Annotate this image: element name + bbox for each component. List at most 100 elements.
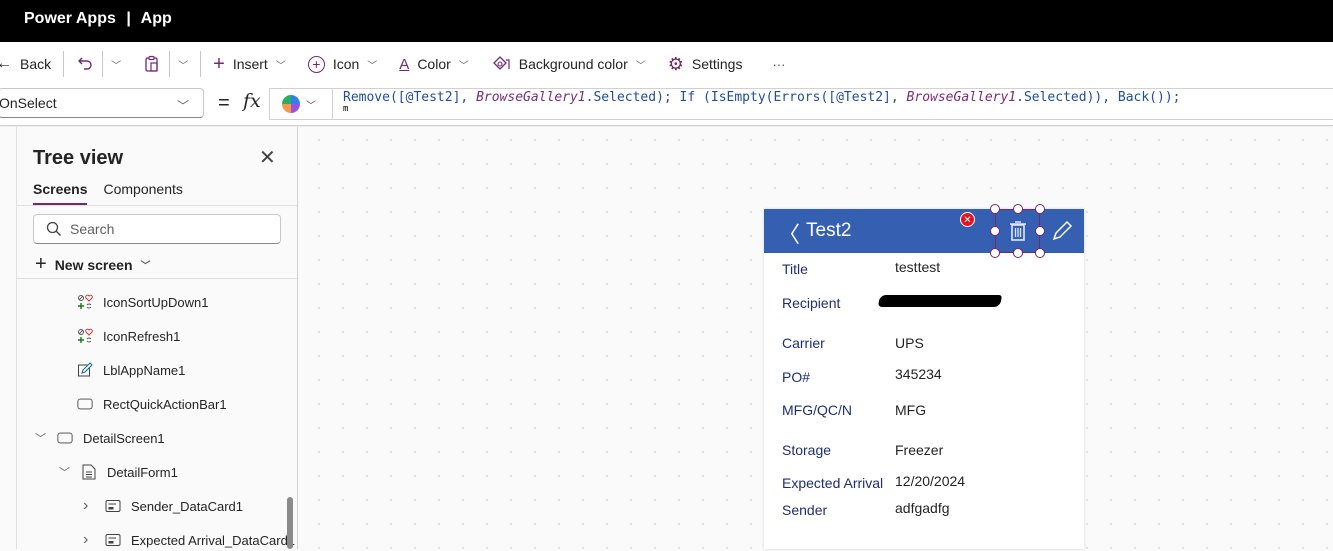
- chevron-down-icon: ﹀: [111, 60, 122, 72]
- insert-button[interactable]: + Insert ﹀: [207, 49, 292, 79]
- edit-pencil-icon[interactable]: [1052, 221, 1072, 241]
- resize-handle[interactable]: [1013, 204, 1023, 214]
- more-icon: ···: [772, 56, 786, 72]
- field-label: Title: [782, 261, 808, 277]
- background-color-button[interactable]: Background color ﹀: [485, 49, 652, 79]
- formula-bar: OnSelect ﹀ = fx ﹀ Remove([@Test2], Brows…: [0, 86, 1333, 126]
- settings-button[interactable]: ⚙ Settings: [662, 49, 749, 79]
- paint-bucket-icon: [492, 56, 510, 70]
- datacard-icon: [105, 532, 121, 548]
- search-placeholder: Search: [70, 221, 115, 237]
- redaction-mark: [877, 295, 1003, 307]
- search-icon: [46, 221, 61, 236]
- title-bar: Power Apps | App: [0, 0, 1333, 42]
- undo-dropdown[interactable]: ﹀: [105, 49, 127, 79]
- add-circle-icon: +: [307, 55, 325, 73]
- chevron-right-icon[interactable]: ›: [83, 497, 95, 515]
- resize-handle[interactable]: [990, 204, 1000, 214]
- selection-outline: [995, 209, 1040, 253]
- chevron-right-icon[interactable]: ›: [83, 531, 95, 549]
- paste-dropdown[interactable]: ﹀: [172, 49, 194, 79]
- gear-icon: ⚙: [667, 53, 684, 74]
- copilot-button[interactable]: ﹀: [269, 88, 332, 120]
- tree-view-panel: Tree view ✕ Screens Components Search + …: [17, 127, 298, 549]
- field-label: Expected Arrival: [782, 475, 884, 491]
- app-name: App: [140, 10, 172, 27]
- chevron-down-icon[interactable]: ﹀: [59, 464, 71, 480]
- toolbar-divider: [102, 51, 104, 77]
- chevron-down-icon: ﹀: [176, 99, 189, 113]
- field-value: 12/20/2024: [895, 473, 966, 489]
- equals-sign: =: [218, 92, 230, 114]
- tab-screens[interactable]: Screens: [33, 181, 88, 206]
- field-label: Recipient: [782, 295, 841, 311]
- paste-button[interactable]: [137, 49, 167, 79]
- tree-view-tabs: Screens Components: [33, 181, 183, 206]
- resize-handle[interactable]: [990, 226, 1000, 236]
- resize-handle[interactable]: [1013, 248, 1023, 258]
- tree-item-label: LblAppName1: [103, 362, 186, 378]
- formula-part: BrowseGallery1: [906, 90, 1017, 105]
- field-label: Carrier: [782, 335, 825, 351]
- back-arrow-icon[interactable]: 〈: [778, 217, 800, 249]
- search-input[interactable]: Search: [33, 214, 281, 244]
- toolbar-divider: [169, 51, 171, 77]
- tree-item-label: RectQuickActionBar1: [103, 396, 227, 412]
- chevron-down-icon: ﹀: [275, 60, 286, 72]
- property-dropdown[interactable]: OnSelect ﹀: [0, 88, 204, 118]
- close-icon[interactable]: ✕: [259, 145, 276, 170]
- background-color-label: Background color: [518, 56, 628, 72]
- field-value: MFG: [895, 402, 927, 418]
- resize-handle[interactable]: [1035, 248, 1045, 258]
- tree-item[interactable]: RectQuickActionBar1: [77, 393, 227, 415]
- back-button[interactable]: ← Back: [0, 49, 57, 79]
- new-screen-button[interactable]: + New screen ﹀: [35, 253, 151, 276]
- icons-control-icon: [77, 294, 93, 310]
- resize-handle[interactable]: [1035, 226, 1045, 236]
- more-options-button[interactable]: ···: [766, 49, 791, 79]
- toolbar-divider: [200, 51, 202, 77]
- tree-item[interactable]: › Sender_DataCard1: [83, 495, 243, 517]
- resize-handle[interactable]: [990, 248, 1000, 258]
- tree-item[interactable]: IconRefresh1: [77, 325, 180, 347]
- back-label: Back: [20, 56, 52, 72]
- settings-label: Settings: [691, 56, 743, 72]
- app-brand: Power Apps: [24, 10, 116, 27]
- form-icon: [81, 464, 97, 480]
- clipboard-icon: [145, 55, 158, 72]
- color-label: Color: [417, 56, 451, 72]
- undo-button[interactable]: [70, 49, 100, 79]
- field-value: adfgadfg: [895, 500, 950, 516]
- tree-item[interactable]: ﹀ DetailScreen1: [35, 427, 165, 449]
- toolbar-divider: [63, 51, 65, 77]
- tree-item-label: Expected Arrival_DataCard1: [131, 532, 296, 548]
- tree-item[interactable]: ﹀ DetailForm1: [59, 461, 178, 483]
- field-value: UPS: [895, 335, 924, 351]
- chevron-down-icon: ﹀: [367, 60, 378, 72]
- detail-screen-preview[interactable]: 〈 Test2 ✕ Title testtest Recipient Carrier U…: [764, 204, 1084, 549]
- screen-title: Test2: [806, 220, 852, 241]
- field-value: Freezer: [895, 442, 944, 458]
- tree-view-title: Tree view: [33, 147, 124, 169]
- tree-item-label: IconSortUpDown1: [103, 294, 209, 310]
- plus-icon: +: [213, 52, 225, 75]
- tree-item-label: DetailScreen1: [83, 430, 165, 446]
- formula-part: .Selected); If (IsEmpty(Errors([@Test2],: [585, 90, 907, 105]
- scrollbar-thumb[interactable]: [287, 497, 293, 549]
- formula-part: .Selected)), Back());: [1016, 90, 1181, 105]
- screen-icon: [57, 430, 73, 446]
- color-button[interactable]: A Color ﹀: [393, 49, 474, 79]
- resize-handle[interactable]: [1035, 204, 1045, 214]
- formula-part: Remove([@Test2],: [343, 90, 477, 105]
- chevron-down-icon[interactable]: ﹀: [35, 430, 47, 446]
- field-label: Sender: [782, 502, 828, 518]
- property-value: OnSelect: [0, 95, 57, 111]
- tab-components[interactable]: Components: [103, 181, 182, 206]
- tree-item[interactable]: LblAppName1: [77, 359, 185, 381]
- tree-item[interactable]: › Expected Arrival_DataCard1: [83, 529, 295, 551]
- formula-input[interactable]: Remove([@Test2], BrowseGallery1.Selected…: [332, 88, 1333, 120]
- tree-item[interactable]: IconSortUpDown1: [77, 291, 209, 313]
- command-bar: ← Back ﹀ ﹀ + Insert ﹀ + Icon ﹀ A Color ﹀…: [0, 42, 1333, 86]
- icon-button[interactable]: + Icon ﹀: [302, 49, 383, 79]
- error-icon[interactable]: ✕: [960, 212, 975, 227]
